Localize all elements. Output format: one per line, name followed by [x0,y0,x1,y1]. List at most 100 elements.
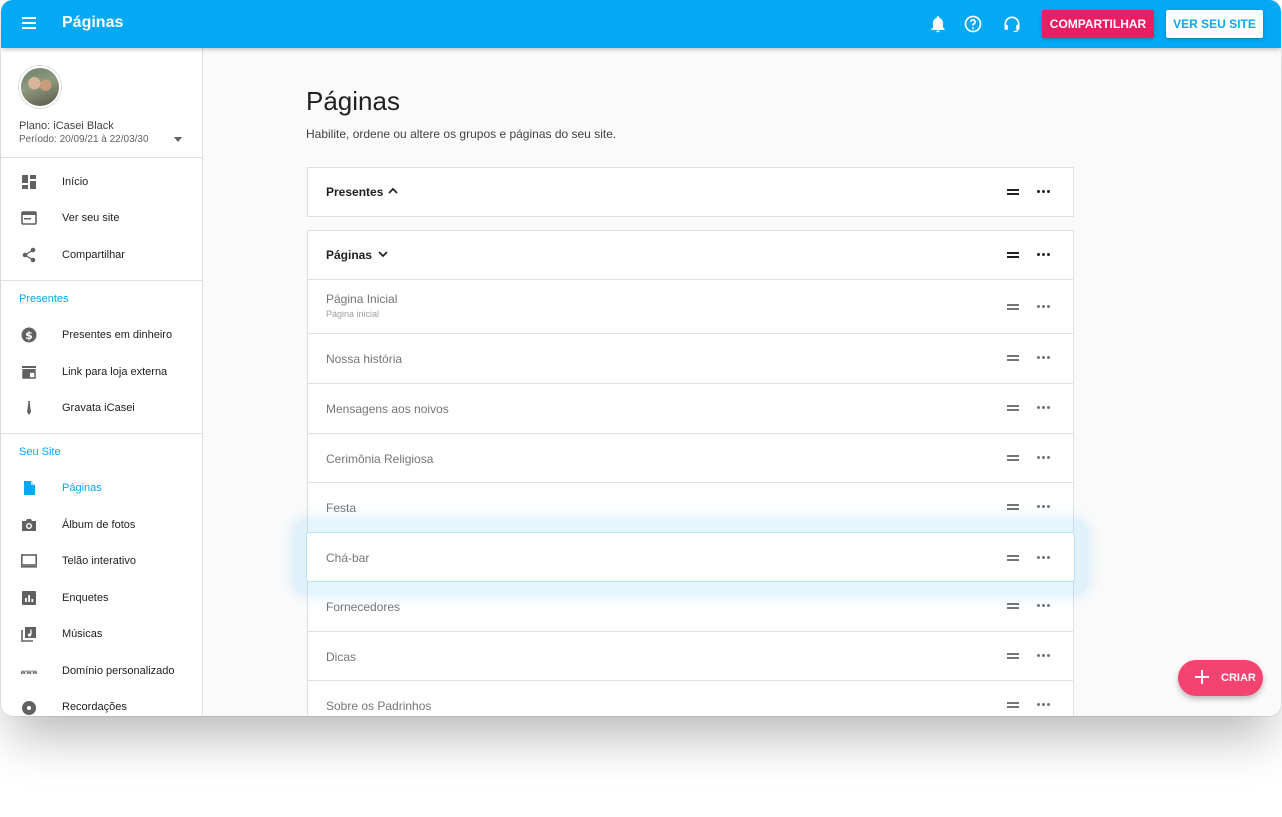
more-options-icon[interactable] [1037,654,1051,658]
group-row[interactable]: Páginas [308,231,1073,280]
group-label: Presentes [326,185,384,199]
group-card-paginas: Páginas Página Inicial Página inicial No… [307,230,1074,716]
create-button-label: CRIAR [1221,672,1256,684]
sidebar-item-label: Álbum de fotos [62,519,136,531]
list-item[interactable]: Sobre os Padrinhos [308,681,1073,716]
store-icon [22,366,36,379]
list-item[interactable]: Nossa história [308,334,1073,384]
monitor-icon [21,554,37,568]
page-label: Cerimônia Religiosa [326,452,434,466]
drag-handle-icon[interactable] [1007,653,1019,659]
chevron-down-icon[interactable] [378,249,388,259]
more-options-icon[interactable] [1037,356,1051,360]
sidebar-item-ver-seu-site[interactable]: Ver seu site [1,200,202,236]
sidebar-item-label: Ver seu site [62,212,120,224]
music-icon [21,627,36,642]
drag-handle-icon[interactable] [1007,555,1019,561]
help-icon[interactable] [963,14,983,34]
divider [1,280,202,281]
sidebar-item-gravata[interactable]: Gravata iCasei [1,390,202,426]
sidebar-item-compartilhar[interactable]: Compartilhar [1,237,202,273]
page-sublabel: Página inicial [326,309,380,319]
list-item[interactable]: Dicas [308,632,1073,681]
drag-handle-icon[interactable] [1007,702,1019,708]
sidebar-item-dominio[interactable]: www Domínio personalizado [1,653,202,689]
sidebar-item-label: Gravata iCasei [62,402,135,414]
page-label: Dicas [326,650,357,664]
sidebar-item-label: Link para loja externa [62,366,168,378]
period-label: Período: 20/09/21 à 22/03/30 [19,134,149,145]
divider [1,157,202,158]
sidebar-item-label: Músicas [62,628,103,640]
app-title: Páginas [62,14,124,31]
more-options-icon[interactable] [1037,703,1051,707]
dragging-list-item[interactable]: Chá-bar [306,532,1075,582]
drag-handle-icon[interactable] [1007,189,1019,195]
more-options-icon[interactable] [1037,505,1051,509]
dashboard-icon [22,175,36,189]
plan-label: Plano: iCasei Black [19,120,114,132]
page-label: Fornecedores [326,600,401,614]
bell-icon[interactable] [928,14,948,34]
drag-handle-icon[interactable] [1007,252,1019,258]
list-item[interactable]: Cerimônia Religiosa [308,434,1073,483]
drag-handle-icon[interactable] [1007,504,1019,510]
more-options-icon[interactable] [1037,305,1051,309]
page-label: Página Inicial [326,292,398,306]
money-icon: $ [21,327,37,343]
more-options-icon[interactable] [1037,456,1051,460]
www-icon: www [21,668,37,676]
page-title: Páginas [306,86,400,116]
more-options-icon[interactable] [1037,604,1051,608]
svg-text:$: $ [25,329,33,342]
sidebar-item-presentes-dinheiro[interactable]: $ Presentes em dinheiro [1,317,202,353]
more-options-icon[interactable] [1037,190,1051,194]
sidebar-item-album[interactable]: Álbum de fotos [1,507,202,543]
sidebar-item-label: Início [62,176,89,188]
page-label: Nossa história [326,352,403,366]
page-icon [24,481,35,495]
divider [1,433,202,434]
more-options-icon[interactable] [1037,556,1051,560]
sidebar-item-musicas[interactable]: Músicas [1,616,202,652]
more-options-icon[interactable] [1037,253,1051,257]
create-button[interactable]: CRIAR [1178,660,1263,696]
sidebar-item-telao[interactable]: Telão interativo [1,543,202,579]
sidebar-item-recordacoes[interactable]: Recordações [1,689,202,716]
browser-icon [21,211,37,225]
list-item[interactable]: Mensagens aos noivos [308,384,1073,434]
more-options-icon[interactable] [1037,406,1051,410]
section-title-presentes: Presentes [19,293,69,305]
drag-handle-icon[interactable] [1007,405,1019,411]
caret-down-icon[interactable] [174,137,182,142]
drag-handle-icon[interactable] [1007,455,1019,461]
sidebar-item-label: Enquetes [62,592,109,604]
sidebar-item-enquetes[interactable]: Enquetes [1,580,202,616]
avatar[interactable] [19,66,61,108]
page-label: Mensagens aos noivos [326,402,449,416]
sidebar-item-label: Recordações [62,701,127,713]
view-site-button[interactable]: VER SEU SITE [1166,10,1263,38]
sidebar-item-link-loja[interactable]: Link para loja externa [1,354,202,390]
drag-handle-icon[interactable] [1007,304,1019,310]
sidebar-item-inicio[interactable]: Início [1,164,202,200]
share-button[interactable]: COMPARTILHAR [1042,10,1154,38]
group-row[interactable]: Presentes [308,168,1073,217]
sidebar-item-paginas[interactable]: Páginas [1,470,202,506]
drag-handle-icon[interactable] [1007,603,1019,609]
chevron-up-icon[interactable] [388,186,398,196]
support-icon[interactable] [1002,14,1022,34]
svg-text:www: www [21,668,37,676]
list-item[interactable]: Página Inicial Página inicial [308,280,1073,334]
tie-icon [27,401,31,415]
share-icon [22,247,36,263]
camera-icon [22,519,36,531]
page-label: Sobre os Padrinhos [326,699,432,713]
page-label: Festa [326,501,357,515]
group-label: Páginas [326,248,373,262]
drag-handle-icon[interactable] [1007,355,1019,361]
menu-icon[interactable] [19,14,39,34]
group-card-presentes: Presentes [307,167,1074,217]
disc-icon [22,701,36,715]
sidebar-item-label: Compartilhar [62,249,125,261]
